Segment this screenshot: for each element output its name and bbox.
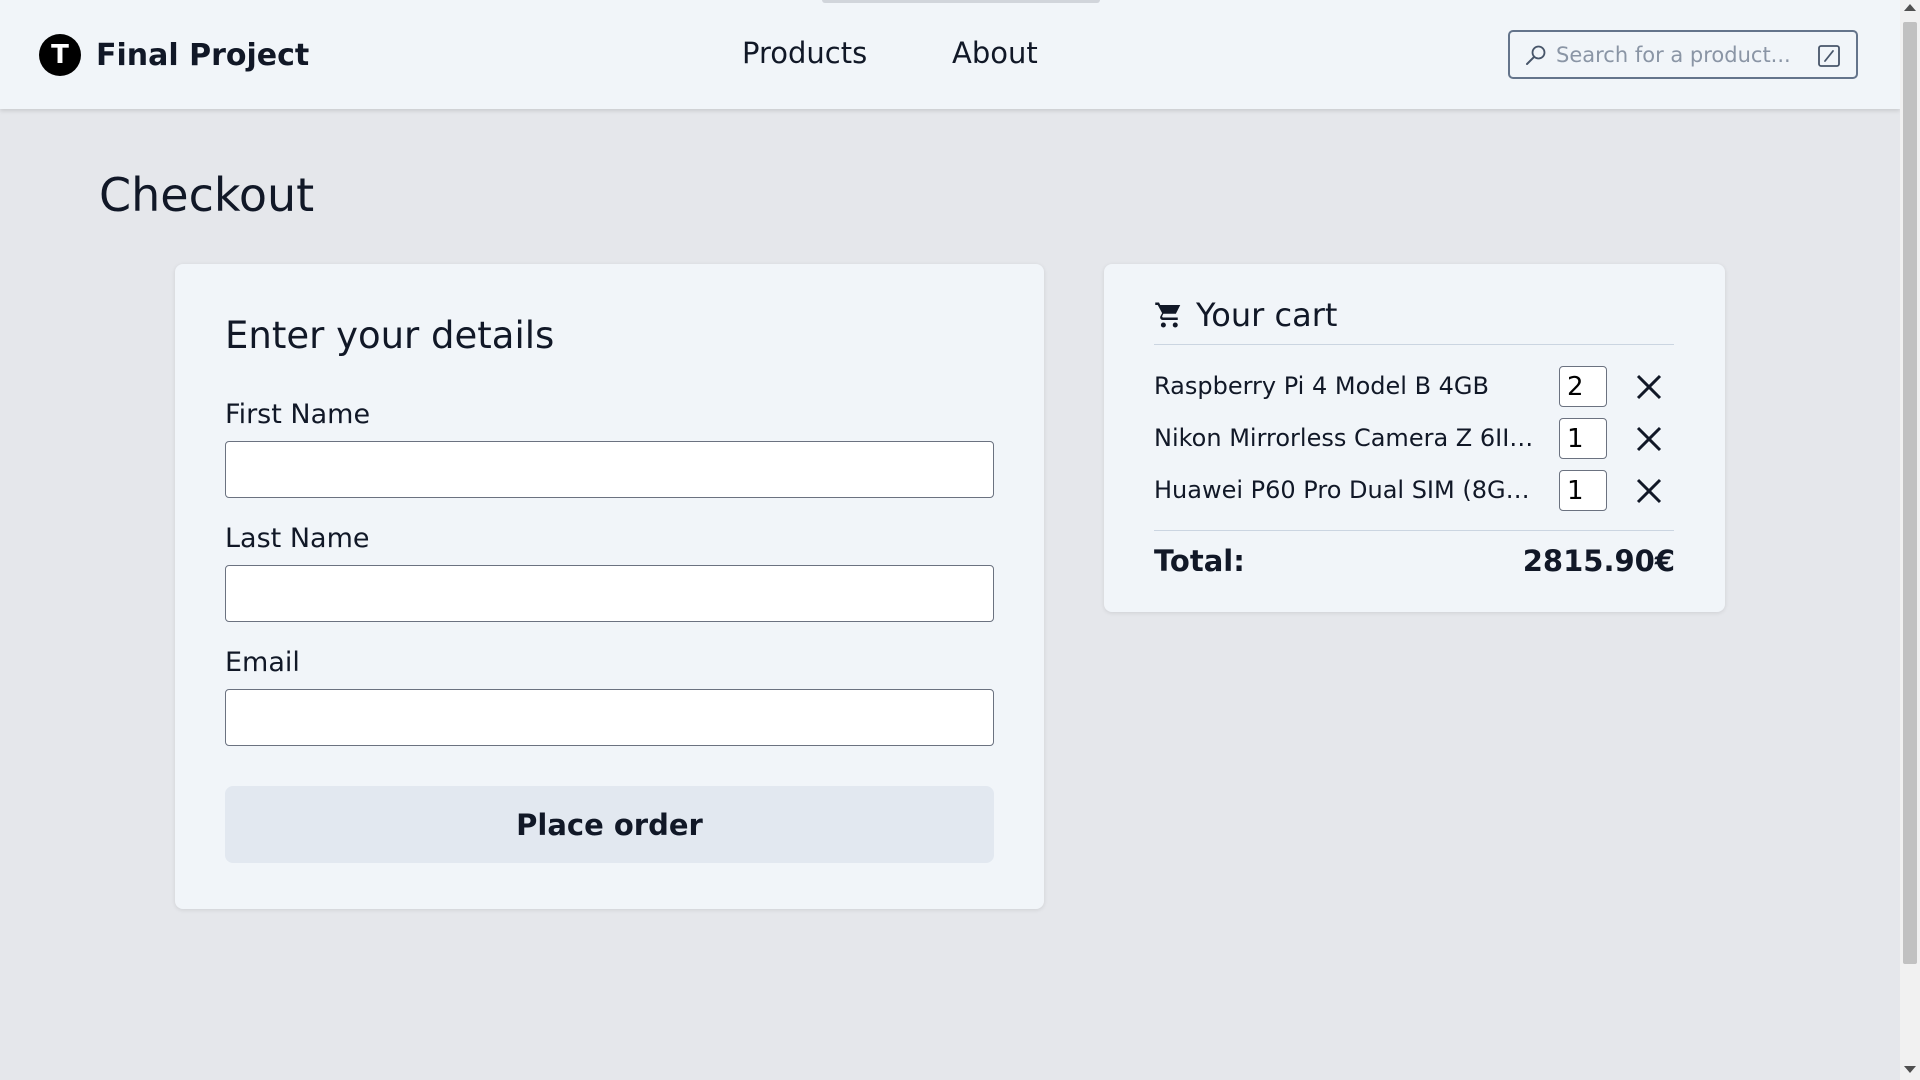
top-indicator [822,0,1100,3]
remove-item-close-icon[interactable] [1634,476,1664,506]
cart-item-name: Huawei P60 Pro Dual SIM (8GB/256GB) [1154,476,1539,504]
navbar: T Final Project Products About [0,0,1900,109]
cart-item-quantity-input[interactable] [1559,470,1607,511]
search-box[interactable] [1508,30,1858,79]
place-order-button[interactable]: Place order [225,786,994,863]
cart-total-value: 2815.90€ [1522,544,1675,578]
remove-item-close-icon[interactable] [1634,372,1664,402]
brand-name: Final Project [96,37,310,73]
page: T Final Project Products About Checkout … [0,0,1920,1080]
search-icon [1526,45,1546,65]
scroll-up-arrow-icon[interactable] [1904,4,1916,11]
page-title: Checkout [99,168,315,222]
nav-about-link[interactable]: About [952,36,1038,70]
brand-link[interactable]: T Final Project [39,34,309,76]
cart-divider-top [1154,344,1674,345]
first-name-field[interactable] [225,441,994,498]
keyboard-shortcut-slash-icon [1818,45,1840,67]
nav-products-link[interactable]: Products [742,36,867,70]
remove-item-close-icon[interactable] [1634,424,1664,454]
last-name-field[interactable] [225,565,994,622]
cart-header: Your cart [1154,296,1337,334]
email-field[interactable] [225,689,994,746]
cart-divider-bottom [1154,530,1674,531]
first-name-label: First Name [225,399,371,430]
cart-title: Your cart [1196,296,1338,334]
page-scrollbar[interactable] [1900,0,1920,1080]
brand-logo: T [39,34,81,76]
cart-total-label: Total: [1154,544,1245,578]
last-name-label: Last Name [225,523,370,554]
cart-item-quantity-input[interactable] [1559,418,1607,459]
scroll-down-arrow-icon[interactable] [1904,1066,1916,1073]
details-form-card: Enter your details First Name Last Name … [175,264,1044,909]
search-input[interactable] [1556,38,1811,71]
cart-icon [1155,302,1181,328]
scrollbar-thumb[interactable] [1903,22,1917,964]
cart-item-name: Raspberry Pi 4 Model B 4GB [1154,372,1489,400]
email-label: Email [225,647,300,678]
cart-item-quantity-input[interactable] [1559,366,1607,407]
cart-item-name: Nikon Mirrorless Camera Z 6II Full Frame [1154,424,1539,452]
cart-card: Your cart Raspberry Pi 4 Model B 4GB Nik… [1104,264,1725,612]
details-heading: Enter your details [225,314,555,357]
